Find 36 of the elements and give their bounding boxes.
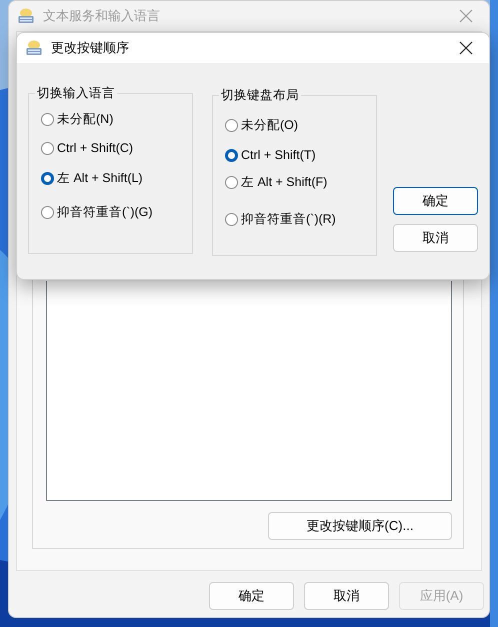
dialog-button[interactable]: 取消 bbox=[393, 224, 478, 252]
option-label: 抑音符重音(`)(G) bbox=[57, 204, 153, 221]
radio-button[interactable] bbox=[225, 118, 238, 132]
option-label: 未分配(N) bbox=[57, 111, 114, 128]
radio-option[interactable]: 左 Alt + Shift(L) bbox=[41, 169, 180, 187]
radio-option[interactable]: 未分配(N) bbox=[41, 110, 180, 128]
radio-button[interactable] bbox=[41, 142, 54, 154]
radio-option[interactable]: 左 Alt + Shift(F) bbox=[225, 173, 364, 191]
radio-option[interactable]: Ctrl + Shift(T) bbox=[225, 146, 364, 164]
radio-button[interactable] bbox=[225, 212, 238, 226]
group-title: 切换键盘布局 bbox=[219, 86, 301, 104]
dialog-title: 更改按键顺序 bbox=[51, 39, 129, 58]
option-label: 未分配(O) bbox=[241, 117, 298, 134]
radio-button[interactable] bbox=[41, 206, 54, 218]
radio-button[interactable] bbox=[41, 112, 54, 126]
radio-option[interactable]: Ctrl + Shift(C) bbox=[41, 139, 180, 157]
dialog-button[interactable]: 确定 bbox=[393, 187, 478, 215]
keyboard-icon bbox=[25, 39, 43, 57]
option-label: 左 Alt + Shift(F) bbox=[241, 174, 328, 191]
option-label: 左 Alt + Shift(L) bbox=[57, 170, 143, 187]
group-title: 切换输入语言 bbox=[35, 84, 117, 102]
radio-button[interactable] bbox=[41, 172, 54, 184]
window-title: 文本服务和输入语言 bbox=[43, 7, 160, 26]
change-key-sequence-button[interactable]: 更改按键顺序(C)... bbox=[268, 512, 452, 540]
radio-option[interactable]: 抑音符重音(`)(R) bbox=[225, 210, 364, 228]
radio-option[interactable]: 未分配(O) bbox=[225, 116, 364, 134]
dialog-button[interactable]: 确定 bbox=[209, 582, 294, 610]
radio-option[interactable]: 抑音符重音(`)(G) bbox=[41, 203, 180, 221]
keyboard-icon bbox=[17, 7, 35, 25]
radio-button[interactable] bbox=[225, 148, 238, 162]
close-icon[interactable] bbox=[459, 41, 473, 55]
option-label: Ctrl + Shift(T) bbox=[241, 147, 316, 164]
option-label: 抑音符重音(`)(R) bbox=[241, 211, 336, 228]
dialog-button[interactable]: 取消 bbox=[304, 582, 389, 610]
option-label: Ctrl + Shift(C) bbox=[57, 140, 134, 157]
radio-button[interactable] bbox=[225, 176, 238, 188]
